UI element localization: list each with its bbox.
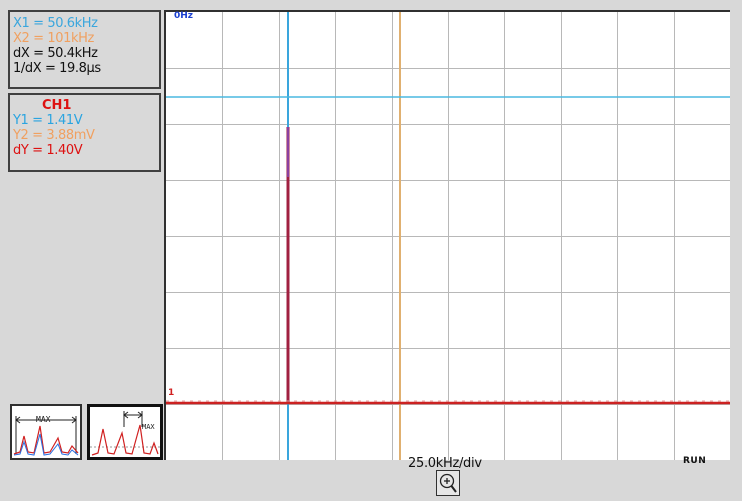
zoom-in-icon xyxy=(439,473,457,493)
acquisition-status: RUN xyxy=(683,456,707,466)
plot-origin-label: 0Hz xyxy=(174,11,194,21)
peak-max-icon: MAX xyxy=(13,415,79,456)
dy-readout: dY = 1.40V xyxy=(13,143,83,158)
plot-grid xyxy=(166,12,730,460)
inv-dx-readout: 1/dX = 19.8µs xyxy=(13,61,101,76)
peak-width-max-icon: MAX xyxy=(90,411,160,456)
peak-width-mode-button[interactable]: MAX xyxy=(87,404,163,460)
channel-cursor-panel: CH1 Y1 = 1.41V Y2 = 3.88mV dY = 1.40V xyxy=(8,93,161,172)
dx-readout: dX = 50.4kHz xyxy=(13,46,98,61)
mode-label: MAX xyxy=(142,423,155,431)
y2-readout: Y2 = 3.88mV xyxy=(13,128,95,143)
mode-label: MAX xyxy=(36,415,51,424)
peak-max-mode-button[interactable]: MAX xyxy=(10,404,82,460)
channel-marker: 1 xyxy=(168,388,175,398)
channel-title: CH1 xyxy=(42,98,72,113)
frequency-scale-label: 25.0kHz/div xyxy=(408,456,482,471)
spectrum-plot[interactable] xyxy=(164,10,730,460)
zoom-in-button[interactable] xyxy=(436,470,460,496)
y1-readout: Y1 = 1.41V xyxy=(13,113,83,128)
x2-readout: X2 = 101kHz xyxy=(13,31,94,46)
spectrum-plot-canvas xyxy=(166,12,730,460)
x1-readout: X1 = 50.6kHz xyxy=(13,16,98,31)
frequency-cursor-panel: X1 = 50.6kHz X2 = 101kHz dX = 50.4kHz 1/… xyxy=(8,10,161,89)
